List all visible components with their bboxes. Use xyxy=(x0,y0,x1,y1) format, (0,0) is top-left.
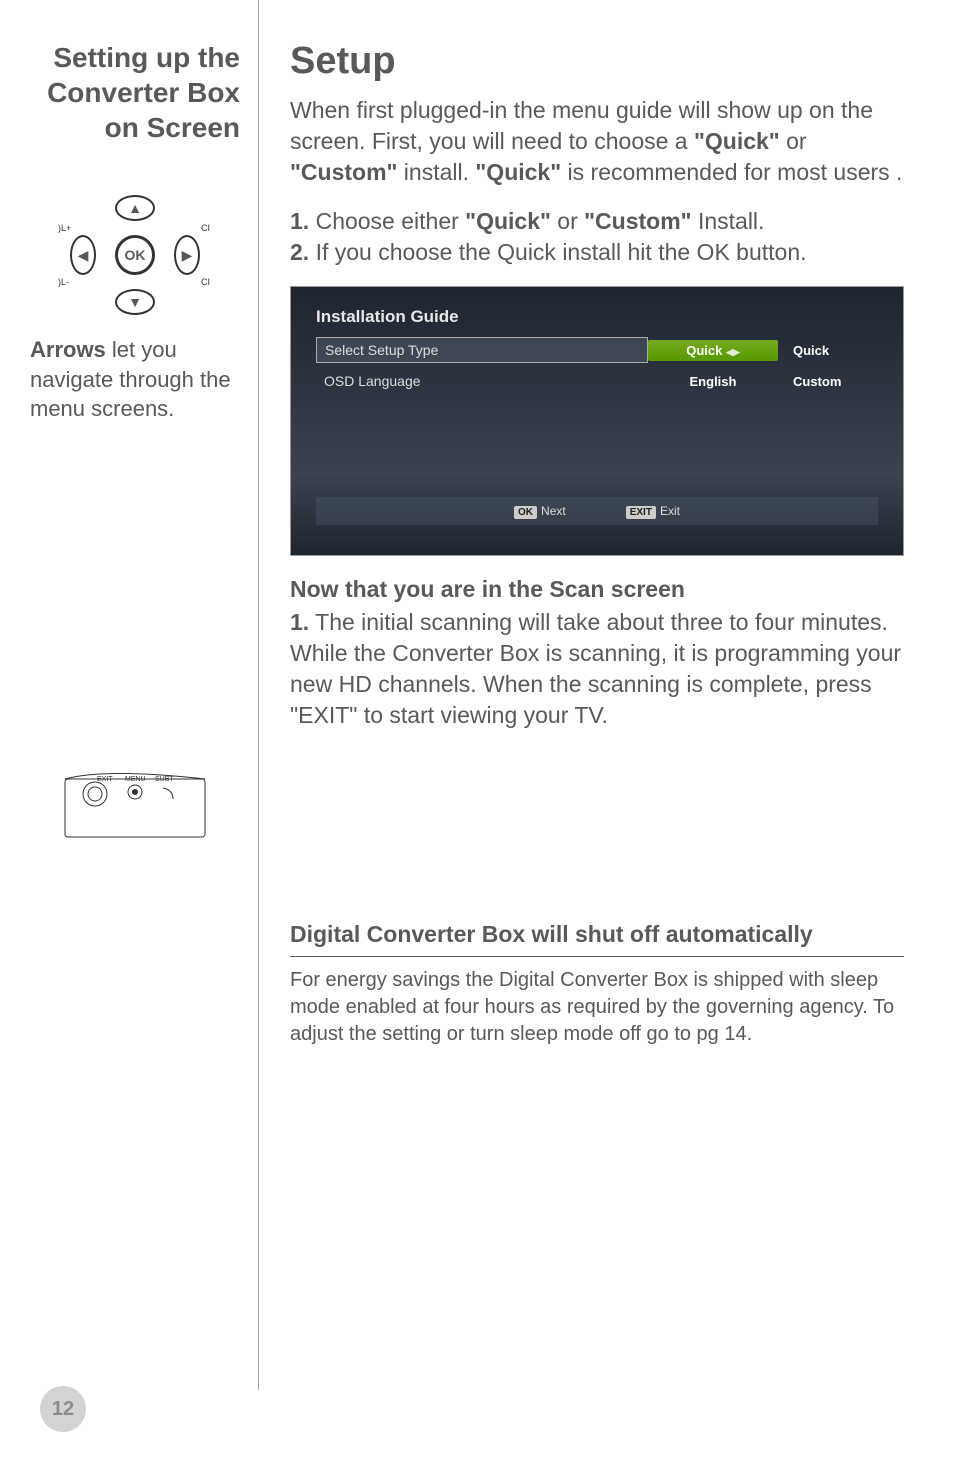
step1-a: Choose either xyxy=(309,208,465,234)
ss-row-language-label: OSD Language xyxy=(316,369,648,393)
ss-title: Installation Guide xyxy=(316,307,878,327)
ss-row-language-value: English xyxy=(648,371,778,392)
converter-box-diagram: EXIT MENU SUBT xyxy=(30,754,240,859)
arrows-caption: Arrows let you navigate through the menu… xyxy=(30,335,240,424)
ss-row-setup-type-value: Quick ◀▶ xyxy=(648,340,778,361)
step-1: 1. Choose either "Quick" or "Custom" Ins… xyxy=(290,206,904,237)
arrow-right-icon: ▶ xyxy=(174,235,200,275)
ss-side-quick: Quick xyxy=(778,343,878,358)
installation-guide-screenshot: Installation Guide Select Setup Type Qui… xyxy=(290,286,904,556)
arrow-down-icon: ▼ xyxy=(115,289,155,315)
ok-button-icon: OK xyxy=(115,235,155,275)
edge-label-top-right: CI xyxy=(201,223,210,233)
shutoff-text: For energy savings the Digital Converter… xyxy=(290,967,904,1048)
intro-end: is recommended for most users . xyxy=(561,159,902,185)
intro-custom: "Custom" xyxy=(290,159,397,185)
arrow-up-icon: ▲ xyxy=(115,195,155,221)
intro-paragraph: When first plugged-in the menu guide wil… xyxy=(290,95,904,188)
intro-mid: install. xyxy=(397,159,475,185)
box-label-menu: MENU xyxy=(125,776,146,783)
edge-label-bottom-right: CI xyxy=(201,277,210,287)
intro-quick-1: "Quick" xyxy=(694,128,780,154)
left-heading: Setting up the Converter Box on Screen xyxy=(30,40,240,145)
ss-side-custom: Custom xyxy=(778,374,878,389)
shutoff-heading: Digital Converter Box will shut off auto… xyxy=(290,921,904,948)
left-right-arrows-icon: ◀▶ xyxy=(726,347,740,357)
intro-quick-2: "Quick" xyxy=(475,159,561,185)
scan-paragraph: 1. The initial scanning will take about … xyxy=(290,607,904,731)
arrow-pad-diagram: )L+ )L- CI CI ▲ ▼ ◀ ▶ OK xyxy=(30,195,240,320)
ok-badge-icon: OK xyxy=(514,506,537,519)
step2-num: 2. xyxy=(290,239,309,265)
arrows-caption-bold: Arrows xyxy=(30,337,106,362)
ss-footer: OK Next EXIT Exit xyxy=(316,497,878,525)
step2-text: If you choose the Quick install hit the … xyxy=(309,239,806,265)
step1-custom: "Custom" xyxy=(584,208,691,234)
ss-exit-text: Exit xyxy=(660,504,680,518)
arrow-left-icon: ◀ xyxy=(70,235,96,275)
edge-label-bottom-left: )L- xyxy=(58,277,69,287)
box-label-exit: EXIT xyxy=(97,776,113,783)
box-label-subt: SUBT xyxy=(155,776,174,783)
step1-num: 1. xyxy=(290,208,309,234)
step1-quick: "Quick" xyxy=(465,208,551,234)
step1-or: or xyxy=(551,208,584,234)
intro-or: or xyxy=(780,128,807,154)
shutoff-divider xyxy=(290,956,904,957)
ss-footer-exit: EXIT Exit xyxy=(626,504,680,518)
step-2: 2. If you choose the Quick install hit t… xyxy=(290,237,904,268)
ss-footer-next: OK Next xyxy=(514,504,566,518)
scan-heading: Now that you are in the Scan screen xyxy=(290,576,904,603)
step1-end: Install. xyxy=(692,208,765,234)
exit-badge-icon: EXIT xyxy=(626,506,656,519)
page-number: 12 xyxy=(40,1386,86,1432)
scan-num: 1. xyxy=(290,609,309,635)
main-heading: Setup xyxy=(290,40,904,83)
scan-text: The initial scanning will take about thr… xyxy=(290,609,901,728)
ss-next-text: Next xyxy=(541,504,566,518)
edge-label-top-left: )L+ xyxy=(58,223,71,233)
ss-row-setup-type-label: Select Setup Type xyxy=(316,337,648,363)
ss-quick-value: Quick xyxy=(686,343,722,358)
